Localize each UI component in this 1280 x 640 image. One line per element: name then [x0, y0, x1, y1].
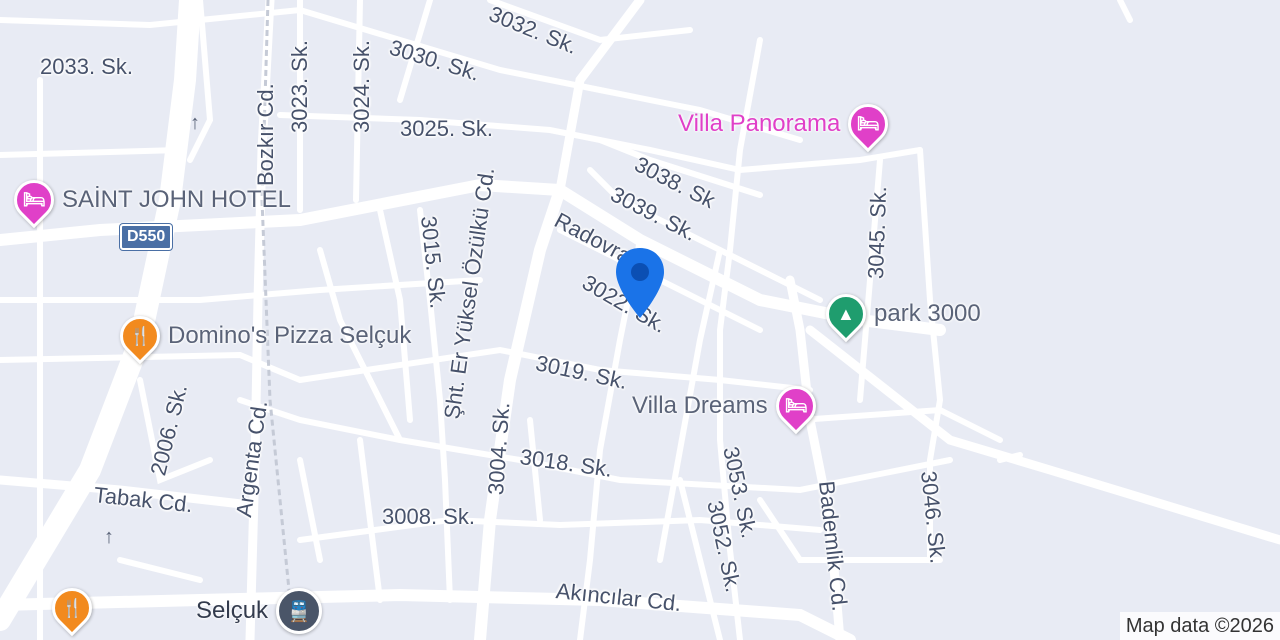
highway-shield: D550: [120, 224, 173, 250]
one-way-arrow-icon: ↑: [104, 526, 114, 548]
one-way-arrow-icon: ↑: [190, 112, 200, 134]
highway-road: [0, 0, 201, 631]
poi-saint-john-hotel[interactable]: 🛏 SAİNT JOHN HOTEL: [5, 171, 291, 229]
tree-icon: ▲: [817, 285, 875, 343]
street-label: 3045. Sk.: [863, 185, 892, 280]
poi-label: Selçuk: [196, 597, 269, 624]
akincilar-road: [0, 588, 856, 640]
bed-icon: 🛏: [767, 377, 824, 435]
poi-label: Villa Panorama: [678, 110, 841, 137]
poi-label: park 3000: [874, 300, 981, 327]
poi-park-3000[interactable]: ▲ park 3000: [817, 285, 981, 343]
poi-dominos-pizza-selcuk[interactable]: 🍴 Domino's Pizza Selçuk: [111, 307, 412, 365]
map-canvas[interactable]: ↑ ↑ 2033. Sk. 3023. Sk. 3024. Sk. Bozkır…: [0, 0, 1280, 640]
poi-restaurant[interactable]: 🍴: [43, 579, 101, 637]
street-label: 3024. Sk.: [349, 40, 374, 133]
street-label: 3025. Sk.: [400, 116, 493, 141]
street-label: 3008. Sk.: [382, 504, 475, 529]
poi-label: Villa Dreams: [632, 392, 768, 419]
location-pin-icon[interactable]: [614, 246, 666, 325]
street-label: Bozkır Cd.: [253, 83, 278, 186]
map-attribution: Map data ©2026: [1119, 612, 1280, 640]
bed-icon: 🛏: [840, 95, 897, 153]
fork-knife-icon: 🍴: [111, 307, 169, 365]
poi-villa-panorama[interactable]: Villa Panorama 🛏: [678, 95, 897, 153]
fork-knife-icon: 🍴: [43, 579, 101, 637]
poi-selcuk-station[interactable]: Selçuk 🚆: [196, 588, 323, 634]
street-label: 3023. Sk.: [287, 40, 312, 133]
poi-label: SAİNT JOHN HOTEL: [62, 186, 291, 213]
poi-villa-dreams[interactable]: Villa Dreams 🛏: [632, 377, 824, 435]
bed-icon: 🛏: [5, 171, 63, 229]
street-label: 2033. Sk.: [40, 54, 133, 79]
poi-label: Domino's Pizza Selçuk: [168, 322, 412, 349]
train-icon: 🚆: [276, 588, 323, 634]
